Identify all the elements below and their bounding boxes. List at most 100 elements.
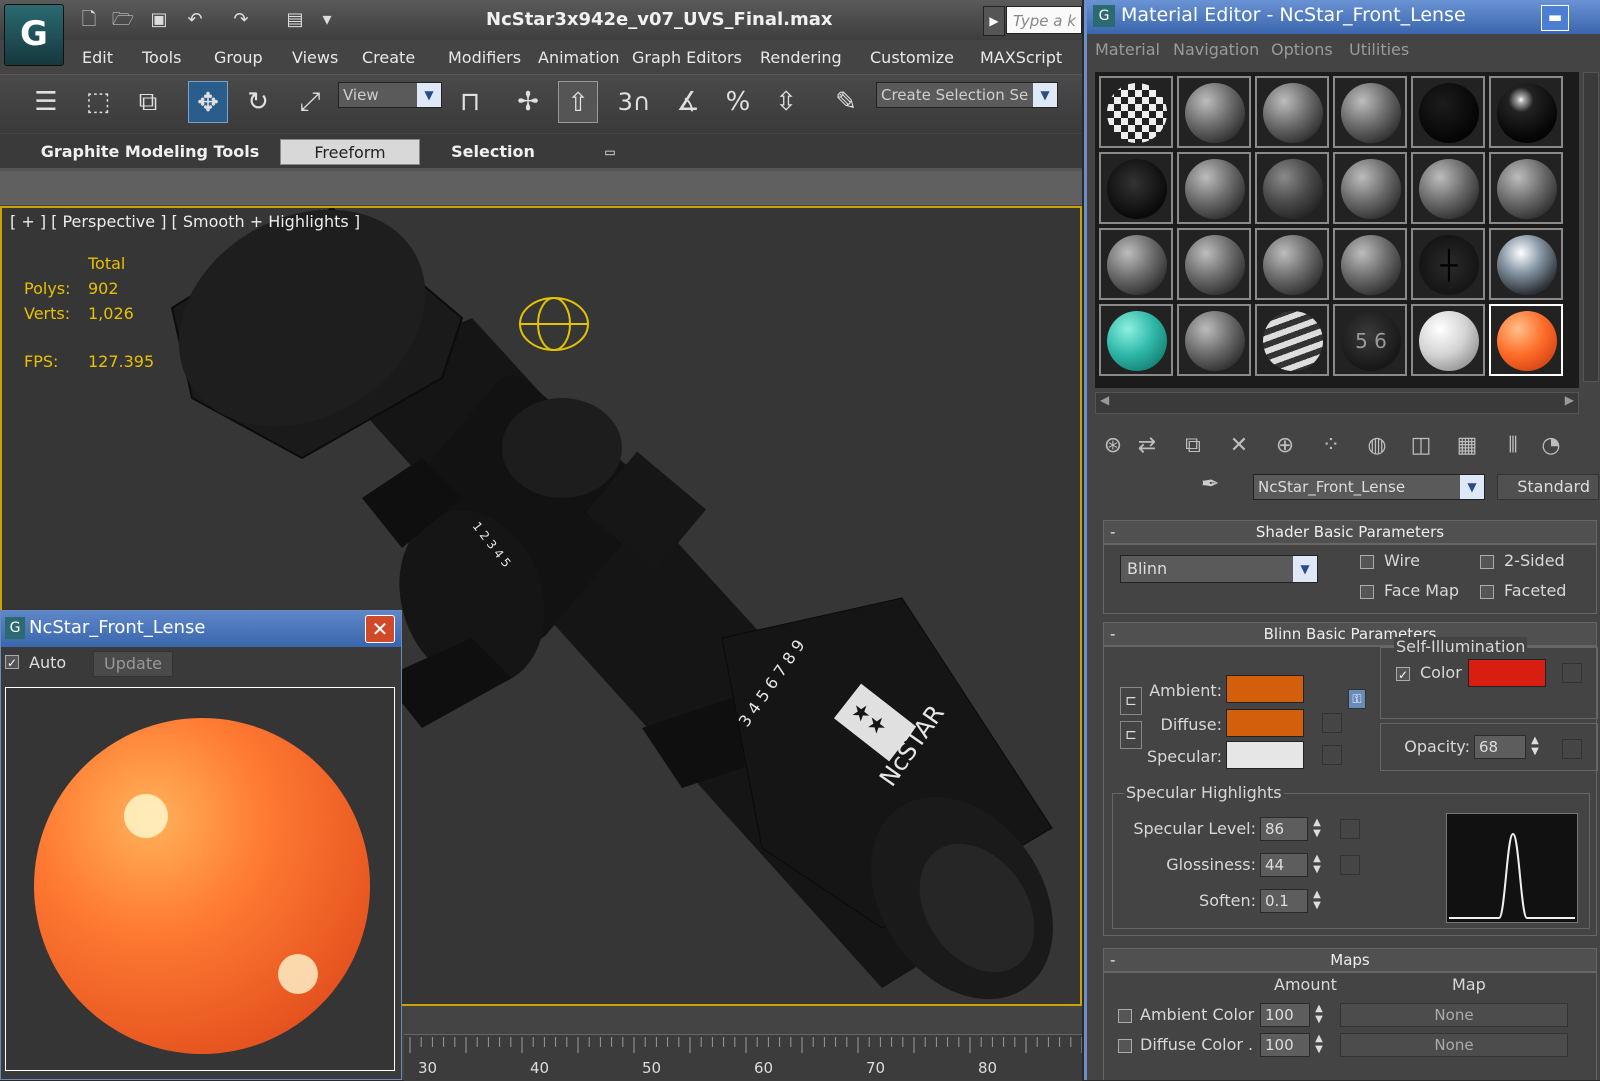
material-slot-15[interactable] bbox=[1255, 228, 1329, 300]
slots-vertical-scrollbar[interactable] bbox=[1583, 72, 1599, 382]
material-slot-6[interactable] bbox=[1489, 76, 1563, 148]
menu-rendering[interactable]: Rendering bbox=[760, 48, 842, 67]
app-logo-button[interactable]: G bbox=[4, 4, 64, 66]
menu-material[interactable]: Material bbox=[1095, 40, 1160, 59]
self-illum-color-checkbox[interactable]: ✓ bbox=[1396, 667, 1410, 682]
manipulate-icon[interactable]: ✢ bbox=[508, 81, 548, 123]
specular-color-swatch[interactable] bbox=[1226, 741, 1304, 769]
eyedropper-icon[interactable]: ✒ bbox=[1201, 472, 1219, 497]
ambient-color-map-button[interactable]: None bbox=[1340, 1003, 1568, 1027]
show-map-icon[interactable]: ▦ bbox=[1449, 428, 1485, 464]
diffuse-color-amount-arrows[interactable]: ▲ ▼ bbox=[1312, 1033, 1326, 1057]
opacity-spinner[interactable]: 68 bbox=[1474, 735, 1526, 759]
material-slot-18[interactable] bbox=[1489, 228, 1563, 300]
shader-basic-rollout[interactable]: - Shader Basic Parameters bbox=[1103, 520, 1597, 544]
material-slot-3[interactable] bbox=[1255, 76, 1329, 148]
material-slot-19[interactable] bbox=[1099, 304, 1173, 376]
glossiness-arrows[interactable]: ▲ ▼ bbox=[1310, 853, 1324, 877]
put-to-scene-icon[interactable]: ⇄ bbox=[1129, 428, 1165, 464]
material-slot-14[interactable] bbox=[1177, 228, 1251, 300]
go-to-parent-icon[interactable]: ◔ bbox=[1533, 428, 1569, 464]
new-file-icon[interactable]: 🗋 bbox=[76, 8, 102, 32]
material-name-field[interactable]: NcStar_Front_Lense ▼ bbox=[1253, 474, 1485, 500]
shader-type-dropdown[interactable]: Blinn ▼ bbox=[1120, 555, 1318, 583]
show-end-result-icon[interactable]: ⫴ bbox=[1495, 428, 1531, 464]
scroll-left-icon[interactable]: ◀ bbox=[1100, 393, 1109, 407]
ambient-color-amount-arrows[interactable]: ▲ ▼ bbox=[1312, 1003, 1326, 1027]
material-slot-1[interactable] bbox=[1099, 76, 1173, 148]
redo-icon[interactable]: ↷ bbox=[228, 8, 254, 32]
diffuse-color-map-checkbox[interactable] bbox=[1118, 1039, 1132, 1053]
window-crossing-icon[interactable]: ⧉ bbox=[128, 81, 168, 123]
material-slot-21[interactable] bbox=[1255, 304, 1329, 376]
material-slot-20[interactable] bbox=[1177, 304, 1251, 376]
menu-customize[interactable]: Customize bbox=[870, 48, 954, 67]
assign-to-selection-icon[interactable]: ⧉ bbox=[1175, 428, 1211, 464]
diffuse-color-amount[interactable]: 100 bbox=[1260, 1033, 1310, 1057]
ambient-color-amount[interactable]: 100 bbox=[1260, 1003, 1310, 1027]
maps-rollout[interactable]: - Maps bbox=[1103, 948, 1597, 972]
diffuse-color-swatch[interactable] bbox=[1226, 709, 1304, 737]
specular-level-spinner[interactable]: 86 bbox=[1260, 817, 1308, 841]
slots-horizontal-scrollbar[interactable]: ◀ ▶ bbox=[1095, 392, 1579, 414]
ambient-color-map-checkbox[interactable] bbox=[1118, 1009, 1132, 1023]
menu-edit[interactable]: Edit bbox=[82, 48, 113, 67]
get-material-icon[interactable]: ⊛ bbox=[1095, 428, 1131, 464]
material-slot-24[interactable] bbox=[1489, 304, 1563, 376]
ambient-color-swatch[interactable] bbox=[1226, 675, 1304, 703]
rotate-icon[interactable]: ↻ bbox=[238, 81, 278, 123]
specular-level-map-button[interactable] bbox=[1340, 819, 1360, 839]
self-illum-color-swatch[interactable] bbox=[1468, 659, 1546, 687]
material-slot-12[interactable] bbox=[1489, 152, 1563, 224]
material-slot-10[interactable] bbox=[1333, 152, 1407, 224]
material-slot-8[interactable] bbox=[1177, 152, 1251, 224]
glossiness-map-button[interactable] bbox=[1340, 855, 1360, 875]
diffuse-map-button[interactable] bbox=[1322, 713, 1342, 733]
make-copy-icon[interactable]: ⊕ bbox=[1267, 428, 1303, 464]
open-folder-icon[interactable]: 🗁 bbox=[110, 8, 136, 32]
angle-snap-icon[interactable]: ∡ bbox=[668, 81, 708, 123]
material-slot-2[interactable] bbox=[1177, 76, 1251, 148]
glossiness-spinner[interactable]: 44 bbox=[1260, 853, 1308, 877]
menu-maxscript[interactable]: MAXScript bbox=[980, 48, 1062, 67]
minimize-button[interactable]: ▬ bbox=[1541, 5, 1569, 31]
snap-toggle-icon[interactable]: 3∩ bbox=[614, 81, 654, 123]
material-slot-22[interactable]: 5 6 bbox=[1333, 304, 1407, 376]
quick-access-dropdown-icon[interactable]: ▾ bbox=[314, 8, 340, 32]
material-slot-7[interactable] bbox=[1099, 152, 1173, 224]
spinner-snap-icon[interactable]: ⇳ bbox=[766, 81, 806, 123]
scroll-right-icon[interactable]: ▶ bbox=[1565, 393, 1574, 407]
menu-views[interactable]: Views bbox=[292, 48, 338, 67]
edit-named-selection-icon[interactable]: ✎ bbox=[826, 81, 866, 123]
material-slot-16[interactable] bbox=[1333, 228, 1407, 300]
tab-freeform[interactable]: Freeform bbox=[280, 139, 420, 165]
selection-set-dropdown[interactable]: Create Selection Se ▼ bbox=[876, 82, 1058, 108]
wire-checkbox[interactable] bbox=[1360, 555, 1374, 569]
material-slot-4[interactable] bbox=[1333, 76, 1407, 148]
self-illum-map-button[interactable] bbox=[1562, 663, 1582, 683]
material-slot-5[interactable] bbox=[1411, 76, 1485, 148]
project-folder-icon[interactable]: ▤ bbox=[282, 8, 308, 32]
faceted-checkbox[interactable] bbox=[1480, 585, 1494, 599]
opacity-map-button[interactable] bbox=[1562, 739, 1582, 759]
soften-spinner[interactable]: 0.1 bbox=[1260, 889, 1308, 913]
reset-map-icon[interactable]: ✕ bbox=[1221, 428, 1257, 464]
menu-animation[interactable]: Animation bbox=[538, 48, 620, 67]
keyboard-shortcut-icon[interactable]: ⇧ bbox=[558, 81, 598, 123]
make-unique-icon[interactable]: ⁘ bbox=[1313, 428, 1349, 464]
menu-group[interactable]: Group bbox=[214, 48, 263, 67]
menu-options[interactable]: Options bbox=[1271, 40, 1333, 59]
tab-selection[interactable]: Selection bbox=[440, 139, 546, 165]
menu-navigation[interactable]: Navigation bbox=[1173, 40, 1259, 59]
put-to-library-icon[interactable]: ◍ bbox=[1359, 428, 1395, 464]
material-slot-13[interactable] bbox=[1099, 228, 1173, 300]
material-type-button[interactable]: Standard bbox=[1497, 474, 1599, 500]
pivot-icon[interactable]: ⊓ bbox=[450, 81, 490, 123]
scale-icon[interactable]: ⤢ bbox=[290, 81, 330, 123]
search-input[interactable]: Type a k bbox=[1006, 6, 1082, 34]
diffuse-color-map-button[interactable]: None bbox=[1340, 1033, 1568, 1057]
search-expand-icon[interactable]: ▶ bbox=[983, 6, 1005, 36]
material-slot-11[interactable] bbox=[1411, 152, 1485, 224]
material-slot-23[interactable] bbox=[1411, 304, 1485, 376]
material-slot-9[interactable] bbox=[1255, 152, 1329, 224]
